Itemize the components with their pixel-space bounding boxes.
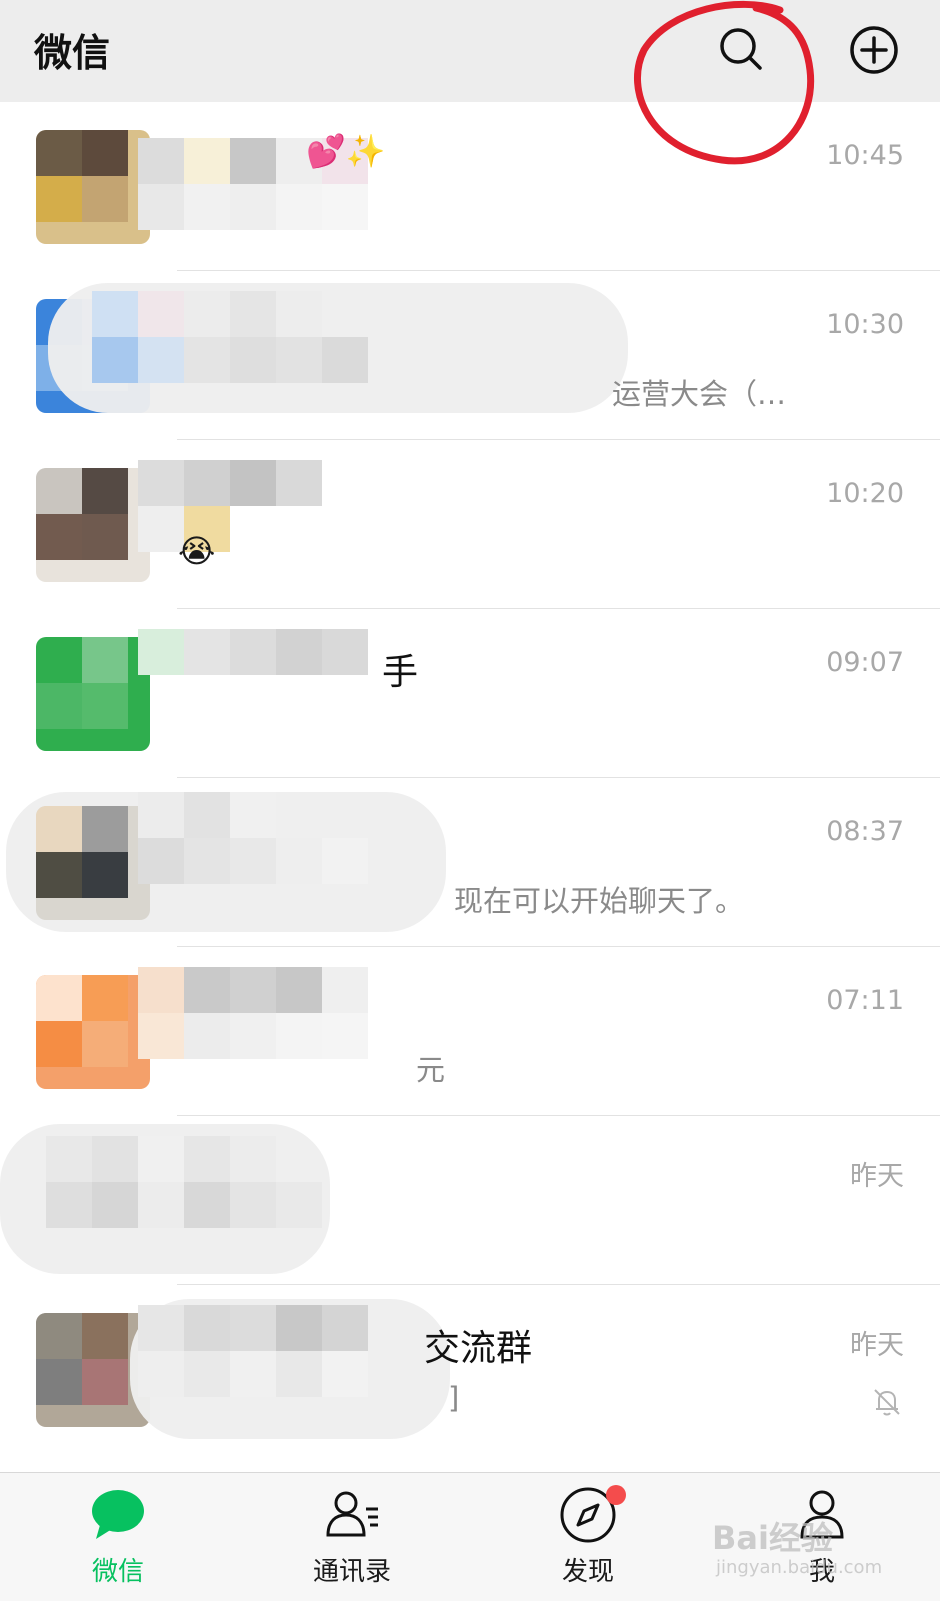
watermark-url: jingyan.baidu.com [716, 1557, 883, 1578]
watermark-logo: Bai经验 [712, 1519, 833, 1557]
chat-time: 08:37 [826, 816, 904, 847]
chat-row[interactable]: 手 09:07 [0, 609, 940, 778]
chat-preview: 元 [416, 1053, 446, 1087]
privacy-mosaic [46, 1136, 368, 1228]
tab-contacts[interactable]: 通讯录 [282, 1483, 422, 1593]
top-bar: 微信 [0, 0, 940, 102]
chat-time: 昨天 [850, 1161, 904, 1192]
avatar [36, 130, 150, 244]
emoji-crying: 😭 [178, 532, 216, 570]
page-title: 微信 [34, 31, 111, 75]
chat-time: 10:20 [826, 478, 904, 509]
avatar [36, 806, 150, 920]
chat-row[interactable]: 现在可以开始聊天了。 08:37 [0, 778, 940, 947]
notification-dot [606, 1485, 626, 1505]
avatar [36, 637, 150, 751]
tab-label: 发现 [561, 1557, 614, 1587]
chat-row[interactable]: 😭 10:20 [0, 440, 940, 609]
chat-row[interactable]: 交流群 ] 昨天 [0, 1285, 940, 1454]
plus-circle-icon [850, 26, 898, 74]
bottom-tab-bar: 微信 通讯录 发现 我 Bai经验 jingyan.baidu.com [0, 1472, 940, 1601]
chat-list: 💕✨ 10:45 运营大会（… 10:30 😭 10:20 手 09:07 现在… [0, 102, 940, 1472]
avatar [36, 975, 150, 1089]
tab-chats[interactable]: 微信 [48, 1483, 188, 1593]
emoji-decoration: 💕✨ [306, 132, 386, 170]
chat-preview: 现在可以开始聊天了。 [454, 884, 745, 918]
add-button[interactable] [844, 20, 904, 80]
chat-name: 交流群 [424, 1328, 533, 1369]
chat-time: 09:07 [826, 647, 904, 678]
tab-label: 微信 [91, 1557, 144, 1587]
contacts-icon [326, 1491, 378, 1537]
chat-bubble-icon [92, 1490, 144, 1539]
tab-discover[interactable]: 发现 [518, 1483, 658, 1593]
avatar [36, 468, 150, 582]
privacy-mosaic [138, 1305, 460, 1397]
chat-time: 昨天 [850, 1330, 904, 1361]
privacy-mosaic [92, 291, 414, 383]
chat-preview: 运营大会（… [612, 377, 787, 411]
chat-time: 10:45 [826, 140, 904, 171]
chat-preview: ] [448, 1381, 460, 1415]
chat-time: 07:11 [826, 985, 904, 1016]
chat-row[interactable]: 运营大会（… 10:30 [0, 271, 940, 440]
bell-muted-icon [874, 1389, 900, 1416]
search-button[interactable] [712, 20, 772, 80]
privacy-mosaic [138, 138, 460, 230]
chat-row[interactable]: 昨天 [0, 1116, 940, 1285]
chat-row[interactable]: 元 07:11 [0, 947, 940, 1116]
privacy-mosaic [138, 967, 460, 1059]
chat-name: 手 [382, 652, 419, 693]
search-icon [720, 28, 762, 70]
tab-label: 通讯录 [312, 1557, 391, 1587]
chat-time: 10:30 [826, 309, 904, 340]
chat-row[interactable]: 💕✨ 10:45 [0, 102, 940, 271]
privacy-mosaic [138, 792, 460, 884]
